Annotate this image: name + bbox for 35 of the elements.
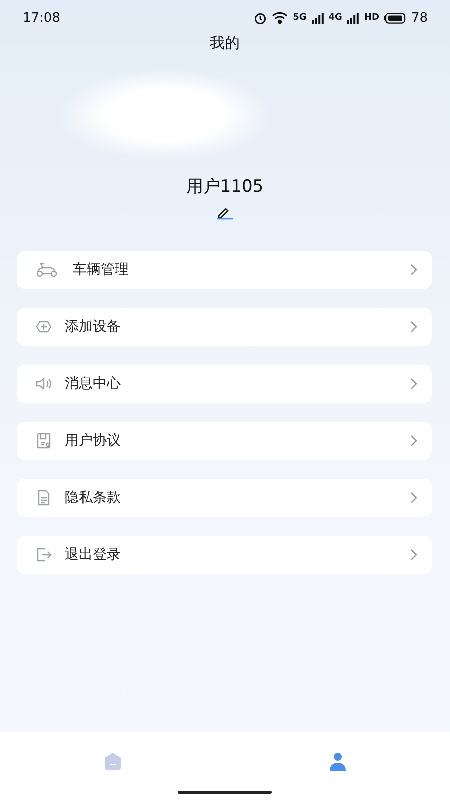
menu-item[interactable]: 用户协议 — [17, 422, 432, 460]
page-title: 我的 — [209, 34, 241, 53]
menu-item[interactable]: 隐私条款 — [17, 479, 432, 517]
menu-label: 车辆管理 — [73, 261, 130, 279]
battery-icon — [384, 12, 406, 24]
chevron-icon — [410, 549, 418, 561]
status-time: 17:08 — [23, 10, 60, 26]
menu-label: 退出登录 — [65, 546, 122, 564]
menu-item[interactable]: 退出登录 — [17, 536, 432, 574]
network-type: 4G — [328, 13, 342, 23]
chevron-icon — [410, 321, 418, 333]
speaker-icon — [35, 375, 53, 393]
alarm-icon — [254, 12, 268, 24]
menu-label: 用户协议 — [65, 432, 122, 450]
document-icon — [35, 432, 53, 450]
chevron-icon — [410, 492, 418, 504]
menu-label: 消息中心 — [65, 375, 122, 393]
menu-label: 添加设备 — [65, 318, 122, 336]
menu-item[interactable]: 车辆管理 — [17, 251, 432, 289]
logout-icon — [35, 546, 53, 564]
menu-item[interactable]: 消息中心 — [17, 365, 432, 403]
network-type: 5G — [293, 13, 307, 23]
signal-icon — [347, 12, 360, 24]
chevron-icon — [410, 435, 418, 447]
user-name: 用户1105 — [185, 176, 265, 198]
menu-label: 隐私条款 — [65, 489, 122, 507]
scooter-icon — [35, 261, 59, 279]
chevron-icon — [410, 378, 418, 390]
wifi-icon — [272, 12, 288, 24]
signal-icon — [312, 12, 324, 24]
edit-icon[interactable] — [216, 206, 234, 220]
chevron-icon — [410, 264, 418, 276]
menu-item[interactable]: 添加设备 — [17, 308, 432, 346]
battery-level: 78 — [411, 10, 428, 26]
hd-indicator: HD — [364, 13, 380, 23]
